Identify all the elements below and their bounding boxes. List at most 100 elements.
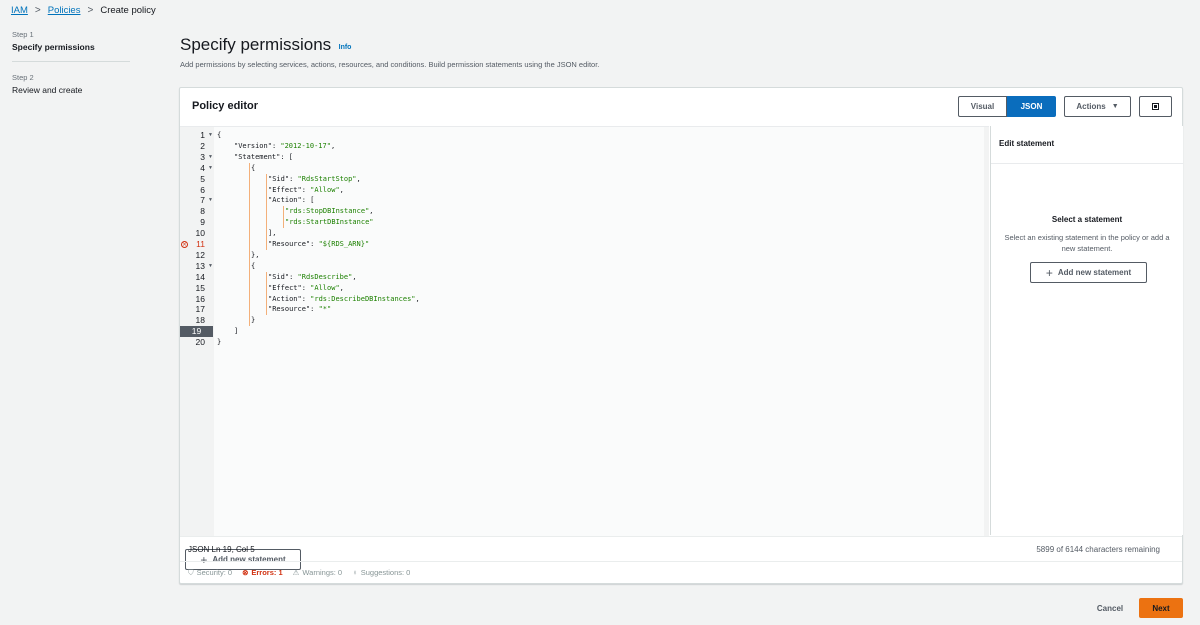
line-number: 20 — [195, 337, 205, 348]
panel-icon — [1152, 103, 1159, 110]
error-circle-icon: ⊗ — [242, 568, 249, 577]
line-number: 7 — [200, 195, 205, 206]
code-line: ] — [234, 327, 239, 336]
page-title: Specify permissions — [180, 35, 332, 54]
info-link[interactable]: Info — [339, 44, 352, 51]
code-line: { — [251, 261, 256, 270]
side-add-new-statement-button[interactable]: + Add new statement — [1030, 262, 1147, 283]
step-2-title: Review and create — [12, 85, 83, 95]
policy-editor-title: Policy editor — [192, 100, 259, 112]
editor-status-bar: JSON Ln 19, Col 5 5899 of 6144 character… — [180, 536, 1182, 562]
policy-editor-panel: Policy editor Visual JSON Actions ▼ 1 ▼ 2 3… — [179, 87, 1183, 584]
json-mode-button[interactable]: JSON — [1007, 96, 1056, 117]
shield-icon: ⛉ — [188, 567, 194, 577]
line-number-gutter: 1 ▼ 2 3 ▼ 4 ▼ 5 6 7 ▼ 8 9 10 11 × 12 13 ▼ 14 15 16 17 18 19 20 — [180, 127, 214, 536]
select-statement-heading: Select a statement — [1051, 215, 1123, 224]
line-number: 1 — [200, 130, 205, 140]
line-number: 10 — [195, 228, 205, 239]
code-line: "Effect": "Allow", — [268, 185, 344, 194]
breadcrumb: IAM > Policies > Create policy — [0, 0, 1200, 21]
line-number: 19 — [180, 326, 213, 338]
code-line: ], — [268, 229, 277, 238]
chevron-right-icon: > — [87, 5, 94, 16]
code-line: { — [251, 163, 256, 172]
breadcrumb-iam-link[interactable]: IAM — [11, 5, 28, 16]
breadcrumb-current: Create policy — [100, 5, 156, 16]
step-1-title[interactable]: Specify permissions — [12, 42, 132, 52]
editor-mode-toggle: Visual JSON — [958, 96, 1056, 117]
json-code-editor[interactable]: 1 ▼ 2 3 ▼ 4 ▼ 5 6 7 ▼ 8 9 10 11 × 12 13 ▼ 14 15 16 17 18 19 20 {"… — [180, 126, 989, 570]
page-header: Specify permissions Info — [180, 35, 351, 55]
line-number: 13 — [195, 260, 205, 271]
side-add-new-statement-label: Add new statement — [1057, 268, 1132, 277]
step-divider — [12, 61, 130, 62]
line-number: 3 — [200, 151, 205, 162]
warning-triangle-icon: ⚠ — [292, 568, 300, 577]
indent-guide — [266, 271, 267, 316]
fold-toggle-icon[interactable]: ▼ — [208, 195, 213, 206]
cancel-button[interactable]: Cancel — [1086, 599, 1134, 617]
code-line: "rds:StopDBInstance", — [285, 207, 374, 216]
edit-statement-title: Edit statement — [999, 139, 1055, 148]
line-number: 15 — [195, 282, 205, 293]
suggestions-tab[interactable]: ♀ Suggestions: 0 — [352, 568, 410, 577]
line-number: 6 — [200, 184, 205, 195]
line-number: 18 — [195, 315, 205, 326]
fold-toggle-icon[interactable]: ▼ — [208, 130, 213, 141]
code-line: "Effect": "Allow", — [268, 283, 344, 292]
security-issues-tab[interactable]: ⛉ Security: 0 — [188, 568, 232, 578]
code-line: "Resource": "${RDS_ARN}" — [268, 240, 370, 248]
indent-guide — [283, 206, 284, 229]
code-line: "Action": "rds:DescribeDBInstances", — [268, 294, 420, 303]
code-line: } — [217, 338, 222, 347]
select-statement-description: Select an existing statement in the poli… — [1004, 233, 1170, 253]
indent-guide — [266, 173, 267, 250]
fold-toggle-icon[interactable]: ▼ — [208, 261, 213, 272]
visual-mode-button[interactable]: Visual — [958, 96, 1007, 117]
line-number: 9 — [200, 217, 205, 228]
security-count: Security: 0 — [196, 568, 233, 577]
code-line: "Version": "2012-10-17", — [234, 141, 336, 150]
code-line: { — [217, 131, 222, 139]
errors-tab[interactable]: ⊗ Errors: 1 — [242, 568, 283, 577]
plus-icon: + — [1045, 265, 1053, 280]
code-line: "Resource": "*" — [268, 305, 332, 314]
code-line: "rds:StartDBInstance" — [285, 218, 374, 227]
code-line: } — [251, 316, 256, 325]
error-marker-icon[interactable]: × — [181, 241, 188, 248]
wizard-steps: Step 1 Specify permissions Step 2 Review… — [12, 30, 132, 95]
breadcrumb-policies-link[interactable]: Policies — [48, 5, 81, 16]
lightbulb-icon: ♀ — [352, 568, 358, 577]
line-number: 2 — [200, 140, 205, 151]
actions-dropdown-button[interactable]: Actions ▼ — [1064, 96, 1131, 117]
line-number: 5 — [200, 173, 205, 184]
side-divider — [991, 163, 1183, 164]
fold-toggle-icon[interactable]: ▼ — [208, 163, 213, 174]
warnings-count: Warnings: 0 — [302, 568, 343, 577]
chevron-right-icon: > — [34, 5, 41, 16]
fold-toggle-icon[interactable]: ▼ — [208, 152, 213, 163]
toggle-side-panel-button[interactable] — [1139, 96, 1172, 117]
line-number: 4 — [200, 162, 205, 173]
indent-guide — [249, 162, 250, 327]
actions-label: Actions — [1076, 102, 1106, 111]
step-1-number: Step 1 — [12, 30, 34, 39]
code-line: "Sid": "RdsDescribe", — [268, 272, 357, 281]
errors-count: Errors: 1 — [251, 568, 283, 577]
next-button[interactable]: Next — [1139, 598, 1183, 618]
code-line: "Action": [ — [268, 196, 315, 205]
step-2-number: Step 2 — [12, 73, 34, 82]
code-line: "Statement": [ — [234, 152, 294, 161]
validation-issues-bar: ⛉ Security: 0 ⊗ Errors: 1 ⚠ Warnings: 0 … — [180, 561, 1182, 583]
line-number: 8 — [200, 206, 205, 217]
edit-statement-panel: Edit statement Select a statement Select… — [990, 126, 1183, 535]
characters-remaining: 5899 of 6144 characters remaining — [1036, 545, 1160, 554]
caret-down-icon: ▼ — [1111, 103, 1119, 110]
line-number: 12 — [195, 249, 205, 260]
warnings-tab[interactable]: ⚠ Warnings: 0 — [293, 568, 342, 577]
line-number: 16 — [195, 293, 205, 304]
page-description: Add permissions by selecting services, a… — [180, 60, 600, 69]
suggestions-count: Suggestions: 0 — [360, 568, 411, 577]
cursor-position: JSON Ln 19, Col 5 — [188, 545, 255, 554]
code-area[interactable]: { "Version": "2012-10-17", "Statement": [ {… — [214, 127, 984, 536]
